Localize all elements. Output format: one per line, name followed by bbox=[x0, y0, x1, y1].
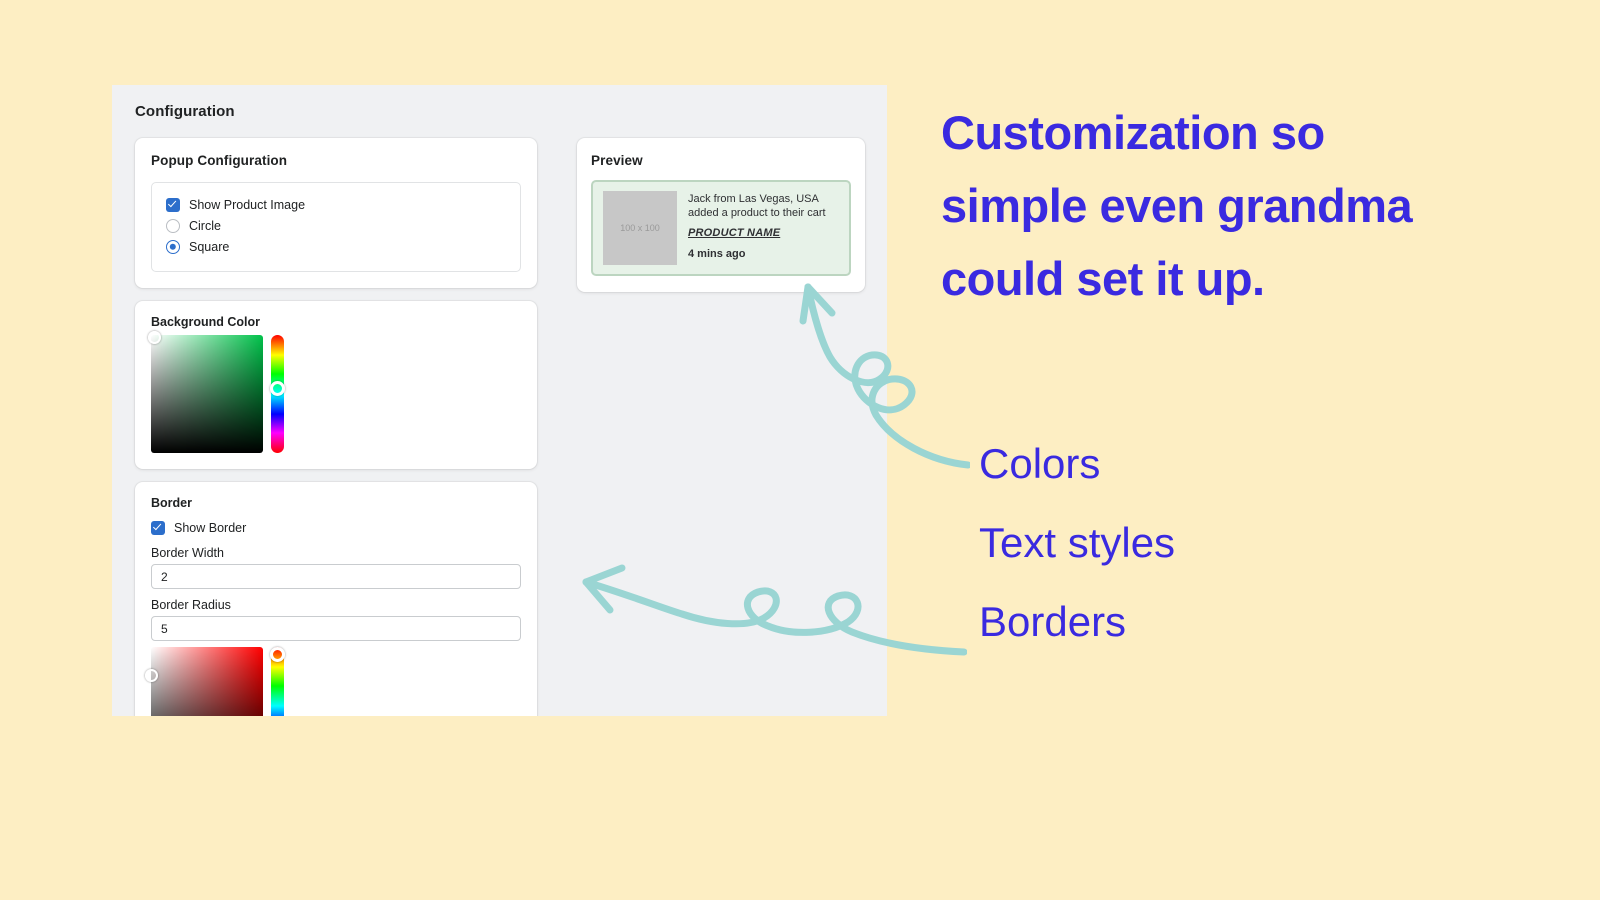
option-show-product-image[interactable]: Show Product Image bbox=[166, 195, 506, 214]
radio-circle[interactable] bbox=[166, 218, 180, 233]
feature-list: Colors Text styles Borders bbox=[979, 424, 1399, 661]
checkbox-show-border[interactable] bbox=[151, 520, 165, 535]
background-color-picker[interactable] bbox=[147, 330, 521, 453]
headline: Customization so simple even grandma cou… bbox=[941, 106, 1413, 305]
feature-item-borders: Borders bbox=[979, 598, 1127, 645]
popup-preview: 100 x 100 Jack from Las Vegas, USA added… bbox=[591, 180, 851, 276]
option-show-border[interactable]: Show Border bbox=[151, 518, 521, 537]
hue-handle[interactable] bbox=[270, 380, 285, 396]
preview-title: Preview bbox=[591, 153, 643, 168]
preview-column: Preview 100 x 100 Jack from Las Vegas, U… bbox=[577, 138, 865, 292]
page-title: Configuration bbox=[135, 103, 235, 120]
option-label: Show Border bbox=[174, 520, 247, 535]
checkbox-show-product-image[interactable] bbox=[166, 197, 180, 212]
border-label: Border bbox=[151, 496, 192, 510]
border-radius-input[interactable] bbox=[151, 616, 521, 641]
border-radius-label: Border Radius bbox=[151, 598, 231, 612]
hue-slider[interactable] bbox=[270, 335, 285, 453]
popup-configuration-card: Popup Configuration Show Product Image C… bbox=[135, 138, 537, 288]
popup-message: Jack from Las Vegas, USA added a product… bbox=[688, 193, 826, 219]
configuration-column: Popup Configuration Show Product Image C… bbox=[135, 138, 537, 716]
border-width-input[interactable] bbox=[151, 564, 521, 589]
option-square[interactable]: Square bbox=[166, 237, 506, 256]
saturation-value-area[interactable] bbox=[147, 330, 263, 453]
background-color-label: Background Color bbox=[151, 315, 261, 329]
preview-card: Preview 100 x 100 Jack from Las Vegas, U… bbox=[577, 138, 865, 292]
option-label: Show Product Image bbox=[189, 197, 306, 212]
popup-text-block: Jack from Las Vegas, USA added a product… bbox=[688, 191, 839, 265]
saturation-handle[interactable] bbox=[144, 668, 158, 682]
popup-configuration-title: Popup Configuration bbox=[151, 153, 288, 168]
border-color-picker[interactable] bbox=[144, 646, 521, 716]
hue-slider[interactable] bbox=[270, 646, 285, 716]
radio-square[interactable] bbox=[166, 239, 180, 254]
feature-item-colors: Colors bbox=[979, 440, 1101, 487]
saturation-value-area[interactable] bbox=[144, 647, 263, 716]
popup-options-group: Show Product Image Circle Square bbox=[151, 182, 521, 272]
popup-product-name[interactable]: PRODUCT NAME bbox=[688, 227, 839, 239]
product-image-placeholder: 100 x 100 bbox=[603, 191, 677, 265]
feature-item-text-styles: Text styles bbox=[979, 519, 1176, 566]
hue-handle[interactable] bbox=[270, 646, 285, 662]
option-label: Square bbox=[189, 239, 230, 254]
background-color-card: Background Color bbox=[135, 301, 537, 469]
border-card: Border Show Border Border Width Border R… bbox=[135, 482, 537, 716]
option-circle[interactable]: Circle bbox=[166, 216, 506, 235]
saturation-handle[interactable] bbox=[147, 330, 161, 344]
option-label: Circle bbox=[189, 218, 221, 233]
popup-timestamp: 4 mins ago bbox=[688, 248, 746, 260]
app-window: Configuration Popup Configuration Show P… bbox=[112, 85, 887, 716]
border-width-label: Border Width bbox=[151, 546, 224, 560]
